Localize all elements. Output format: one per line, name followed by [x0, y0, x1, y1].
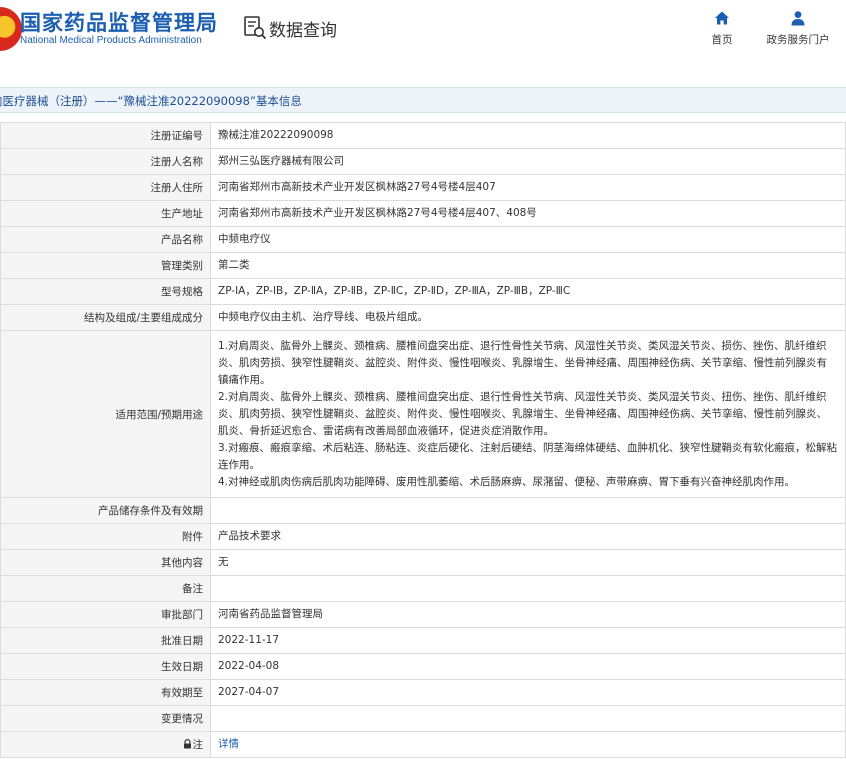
field-label: 产品名称: [0, 226, 211, 253]
scope-paragraph: 1.对肩周炎、肱骨外上髁炎、颈椎病、腰椎间盘突出症、退行性骨性关节病、风湿性关节…: [218, 339, 827, 386]
field-value-attachment: 产品技术要求: [210, 523, 846, 550]
table-row: 审批部门 河南省药品监督管理局: [0, 601, 846, 628]
table-row: 生效日期 2022-04-08: [0, 653, 846, 680]
scope-paragraph: 2.对肩周炎、肱骨外上髁炎、颈椎病、腰椎间盘突出症、退行性骨性关节病、风湿性关节…: [218, 390, 827, 437]
user-icon: [791, 11, 805, 26]
field-label: 备注: [0, 575, 211, 602]
search-document-icon: [244, 16, 267, 40]
note-label-text: 注: [192, 738, 204, 751]
field-value-registrant-address: 河南省郑州市高新技术产业开发区枫林路27号4号楼4层407: [210, 174, 846, 201]
field-label: 生产地址: [0, 200, 211, 227]
page-title-bar: 内医疗器械（注册）——“豫械注准20222090098”基本信息: [0, 87, 846, 113]
lock-icon: [183, 739, 191, 749]
table-row: 适用范围/预期用途 1.对肩周炎、肱骨外上髁炎、颈椎病、腰椎间盘突出症、退行性骨…: [0, 330, 846, 498]
data-query-label: 数据查询: [269, 20, 337, 41]
data-query-section[interactable]: 数据查询: [243, 13, 337, 43]
field-label: 结构及组成/主要组成成分: [0, 304, 211, 331]
table-row: 生产地址 河南省郑州市高新技术产业开发区枫林路27号4号楼4层407、408号: [0, 200, 846, 227]
field-label: 有效期至: [0, 679, 211, 706]
nav-service-portal[interactable]: 政务服务门户: [762, 10, 834, 47]
field-label: 附件: [0, 523, 211, 550]
field-label: 其他内容: [0, 549, 211, 576]
nav-home-label: 首页: [711, 34, 733, 46]
table-row: 管理类别 第二类: [0, 252, 846, 279]
site-logo-subtitle[interactable]: National Medical Products Administration: [20, 35, 202, 46]
field-value-expiry-date: 2027-04-07: [210, 679, 846, 706]
details-link[interactable]: 详情: [218, 738, 239, 750]
table-row: 产品名称 中频电疗仪: [0, 226, 846, 253]
national-emblem-icon: [0, 7, 22, 51]
table-row: 附件 产品技术要求: [0, 523, 846, 550]
field-value-remark: [210, 575, 846, 602]
field-value-approval-dept: 河南省药品监督管理局: [210, 601, 846, 628]
field-label: 批准日期: [0, 627, 211, 654]
table-row: 批准日期 2022-11-17: [0, 627, 846, 654]
site-header: 国家药品监督管理局 National Medical Products Admi…: [0, 0, 846, 64]
field-value-effective-date: 2022-04-08: [210, 653, 846, 680]
field-value-note: 详情: [210, 731, 846, 758]
field-value-other: 无: [210, 549, 846, 576]
field-value-category: 第二类: [210, 252, 846, 279]
site-logo-title[interactable]: 国家药品监督管理局: [20, 7, 218, 37]
field-value-production-address: 河南省郑州市高新技术产业开发区枫林路27号4号楼4层407、408号: [210, 200, 846, 227]
field-label: 变更情况: [0, 705, 211, 732]
note-label-wrap: 注: [183, 737, 204, 752]
table-row: 结构及组成/主要组成成分 中频电疗仪由主机、治疗导线、电极片组成。: [0, 304, 846, 331]
field-value-model: ZP-ⅠA，ZP-ⅠB，ZP-ⅡA，ZP-ⅡB，ZP-ⅡC，ZP-ⅡD，ZP-Ⅲ…: [210, 278, 846, 305]
scope-paragraph: 4.对神经或肌肉伤病后肌肉功能障碍、废用性肌萎缩、术后肠麻痹、尿潴留、便秘、声带…: [218, 475, 796, 488]
field-label: 审批部门: [0, 601, 211, 628]
table-row: 型号规格 ZP-ⅠA，ZP-ⅠB，ZP-ⅡA，ZP-ⅡB，ZP-ⅡC，ZP-ⅡD…: [0, 278, 846, 305]
table-row: 其他内容 无: [0, 549, 846, 576]
table-row: 产品储存条件及有效期: [0, 497, 846, 524]
field-value-storage: [210, 497, 846, 524]
field-label: 注册人名称: [0, 148, 211, 175]
field-value-approval-date: 2022-11-17: [210, 627, 846, 654]
table-row: 注 详情: [0, 731, 846, 758]
basic-info-table: 注册证编号 豫械注准20222090098 注册人名称 郑州三弘医疗器械有限公司…: [0, 122, 846, 758]
scope-paragraph: 3.对瘢痕、瘢痕挛缩、术后粘连、肠粘连、炎症后硬化、注射后硬结、阴茎海绵体硬结、…: [218, 441, 838, 471]
field-label: 产品储存条件及有效期: [0, 497, 211, 524]
home-icon: [715, 11, 729, 25]
field-label: 适用范围/预期用途: [0, 330, 211, 498]
field-value-structure: 中频电疗仪由主机、治疗导线、电极片组成。: [210, 304, 846, 331]
table-row: 注册证编号 豫械注准20222090098: [0, 122, 846, 149]
field-value-reg-no: 豫械注准20222090098: [210, 122, 846, 149]
table-row: 变更情况: [0, 705, 846, 732]
table-row: 注册人住所 河南省郑州市高新技术产业开发区枫林路27号4号楼4层407: [0, 174, 846, 201]
field-label: 注册人住所: [0, 174, 211, 201]
field-value-scope: 1.对肩周炎、肱骨外上髁炎、颈椎病、腰椎间盘突出症、退行性骨性关节病、风湿性关节…: [210, 330, 846, 498]
field-value-change: [210, 705, 846, 732]
table-row: 有效期至 2027-04-07: [0, 679, 846, 706]
nav-service-label: 政务服务门户: [766, 34, 830, 46]
field-label: 注册证编号: [0, 122, 211, 149]
field-label: 生效日期: [0, 653, 211, 680]
field-label-note: 注: [0, 731, 211, 758]
field-value-product-name: 中频电疗仪: [210, 226, 846, 253]
field-label: 型号规格: [0, 278, 211, 305]
table-row: 备注: [0, 575, 846, 602]
page-title: 内医疗器械（注册）——“豫械注准20222090098”基本信息: [0, 94, 302, 108]
nav-home[interactable]: 首页: [704, 10, 740, 47]
table-row: 注册人名称 郑州三弘医疗器械有限公司: [0, 148, 846, 175]
field-label: 管理类别: [0, 252, 211, 279]
field-value-registrant: 郑州三弘医疗器械有限公司: [210, 148, 846, 175]
